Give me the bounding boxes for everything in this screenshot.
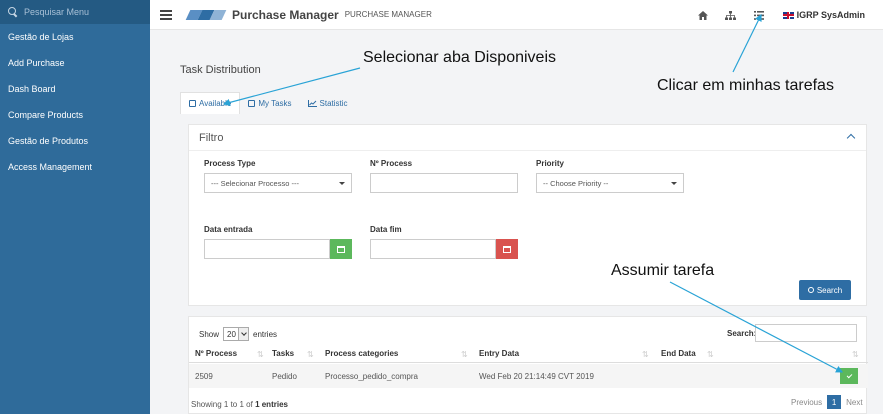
col-tasks[interactable]: Tasks	[272, 349, 294, 358]
sidebar-item-dash-board[interactable]: Dash Board	[0, 76, 150, 102]
sitemap-icon[interactable]	[725, 9, 737, 21]
app-title: Purchase Manager	[232, 7, 339, 22]
task-tabs: Available My Tasks Statistic	[180, 92, 356, 114]
app-subtitle: PURCHASE MANAGER	[344, 10, 432, 19]
tasks-table-panel: Show 20 entries Search: Nº Process ⇅ Tas…	[188, 316, 868, 414]
data-fim-input[interactable]	[370, 239, 496, 259]
col-end-data[interactable]: End Data	[661, 349, 696, 358]
annotation-take-task: Assumir tarefa	[611, 262, 715, 279]
sidebar: Pesquisar Menu Gestão de Lojas Add Purch…	[0, 0, 150, 414]
tab-available-label: Available	[199, 99, 232, 108]
annotation-my-tasks: Clicar em minhas tarefas	[657, 77, 834, 94]
table-row[interactable]: 2509 Pedido Processo_pedido_compra Wed F…	[189, 364, 868, 388]
sort-icon[interactable]: ⇅	[307, 350, 314, 359]
take-task-button[interactable]	[840, 368, 858, 384]
col-entry-data[interactable]: Entry Data	[479, 349, 519, 358]
page-size-select[interactable]: 20	[223, 327, 250, 341]
nprocess-label: Nº Process	[370, 159, 413, 168]
data-entrada-input[interactable]	[204, 239, 330, 259]
tasks-list-icon[interactable]	[753, 9, 765, 21]
line-chart-icon	[307, 99, 317, 107]
sidebar-item-gestao-produtos[interactable]: Gestão de Produtos	[0, 128, 150, 154]
sidebar-item-add-purchase[interactable]: Add Purchase	[0, 50, 150, 76]
sidebar-item-access-management[interactable]: Access Management	[0, 154, 150, 180]
sort-icon[interactable]: ⇅	[642, 350, 649, 359]
caret-down-icon	[339, 182, 345, 185]
search-icon	[807, 287, 814, 293]
check-icon	[846, 372, 852, 378]
data-entrada-label: Data entrada	[204, 225, 253, 234]
pager-next[interactable]: Next	[846, 398, 862, 407]
chevron-down-icon	[241, 330, 247, 336]
sort-icon[interactable]: ⇅	[461, 350, 468, 359]
cell-task: Pedido	[272, 372, 297, 381]
sidebar-item-gestao-lojas[interactable]: Gestão de Lojas	[0, 24, 150, 50]
calendar-icon	[189, 100, 196, 107]
data-fim-label: Data fim	[370, 225, 402, 234]
cell-entry-data: Wed Feb 20 21:14:49 CVT 2019	[479, 372, 594, 381]
cell-nprocess: 2509	[195, 372, 213, 381]
tab-statistic[interactable]: Statistic	[300, 92, 356, 114]
annotation-select-tab: Selecionar aba Disponiveis	[363, 49, 556, 66]
nprocess-input[interactable]	[370, 173, 518, 193]
col-process-categories[interactable]: Process categories	[325, 349, 398, 358]
table-header: Nº Process ⇅ Tasks ⇅ Process categories …	[189, 345, 868, 363]
top-header: Purchase Manager PURCHASE MANAGER IGRP S…	[150, 0, 883, 30]
data-fim-calendar-button[interactable]	[496, 239, 518, 259]
cell-category: Processo_pedido_compra	[325, 372, 418, 381]
process-type-select[interactable]: --- Selecionar Processo ---	[204, 173, 352, 193]
table-info: Showing 1 to 1 of 1 entries	[191, 400, 288, 409]
page-size-control: Show 20 entries	[199, 327, 277, 341]
menu-search[interactable]: Pesquisar Menu	[0, 0, 150, 24]
sort-icon[interactable]: ⇅	[707, 350, 714, 359]
sort-icon[interactable]: ⇅	[852, 350, 859, 359]
pagination: Previous 1 Next	[791, 395, 863, 409]
uk-flag-icon[interactable]	[782, 11, 794, 19]
user-card-icon	[248, 99, 256, 107]
page-title: Task Distribution	[180, 64, 261, 76]
hamburger-icon[interactable]	[160, 9, 172, 20]
header-actions: IGRP SysAdmin	[681, 0, 865, 30]
process-type-label: Process Type	[204, 159, 256, 168]
calendar-icon	[337, 245, 345, 253]
entries-label: entries	[253, 329, 278, 339]
priority-select[interactable]: -- Choose Priority --	[536, 173, 684, 193]
sort-icon[interactable]: ⇅	[257, 350, 264, 359]
home-icon[interactable]	[697, 9, 709, 21]
pager-previous[interactable]: Previous	[791, 398, 822, 407]
col-nprocess[interactable]: Nº Process	[195, 349, 237, 358]
priority-label: Priority	[536, 159, 565, 168]
pager-page[interactable]: 1	[827, 395, 842, 409]
app-logo	[185, 9, 227, 20]
showing-count: 1 entries	[255, 400, 288, 409]
tab-my-tasks[interactable]: My Tasks	[240, 92, 299, 114]
search-button-label: Search	[816, 285, 843, 295]
tab-my-tasks-label: My Tasks	[258, 98, 292, 108]
process-type-value: --- Selecionar Processo ---	[211, 178, 299, 188]
table-search-input[interactable]	[755, 324, 857, 342]
filter-panel: Filtro Process Type --- Selecionar Proce…	[188, 124, 867, 306]
data-entrada-calendar-button[interactable]	[330, 239, 352, 259]
search-button[interactable]: Search	[799, 280, 851, 300]
user-name[interactable]: IGRP SysAdmin	[797, 10, 865, 20]
priority-value: -- Choose Priority --	[543, 178, 609, 188]
calendar-icon	[503, 245, 511, 253]
tab-statistic-label: Statistic	[319, 98, 348, 108]
page-size-value: 20	[227, 329, 236, 339]
show-label: Show	[199, 329, 220, 339]
menu-search-placeholder: Pesquisar Menu	[24, 7, 90, 17]
filter-title: Filtro	[189, 125, 866, 151]
sidebar-item-compare-products[interactable]: Compare Products	[0, 102, 150, 128]
caret-down-icon	[671, 182, 677, 185]
showing-prefix: Showing 1 to 1 of	[191, 400, 253, 409]
tab-available[interactable]: Available	[180, 92, 241, 114]
table-search-label: Search:	[727, 329, 757, 338]
search-icon	[8, 7, 18, 17]
